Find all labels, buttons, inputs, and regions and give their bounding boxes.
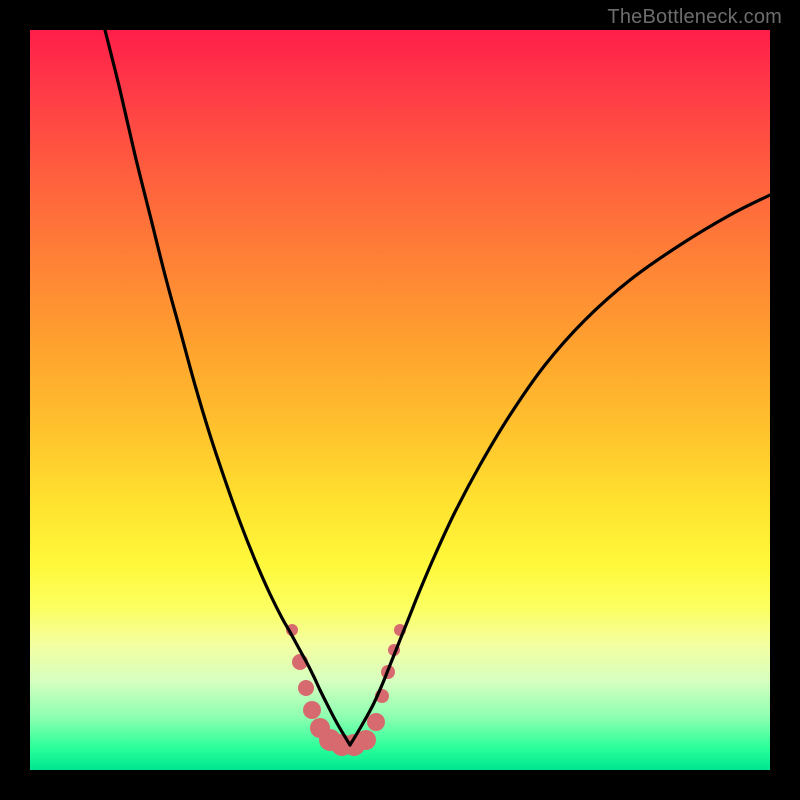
chart-svg bbox=[30, 30, 770, 770]
curve-left-curve bbox=[105, 30, 350, 745]
marker-dot bbox=[298, 680, 314, 696]
marker-dot bbox=[367, 713, 385, 731]
chart-frame: TheBottleneck.com bbox=[0, 0, 800, 800]
marker-dot bbox=[303, 701, 321, 719]
watermark-text: TheBottleneck.com bbox=[607, 6, 782, 29]
plot-area bbox=[30, 30, 770, 770]
curve-right-curve bbox=[350, 195, 770, 745]
